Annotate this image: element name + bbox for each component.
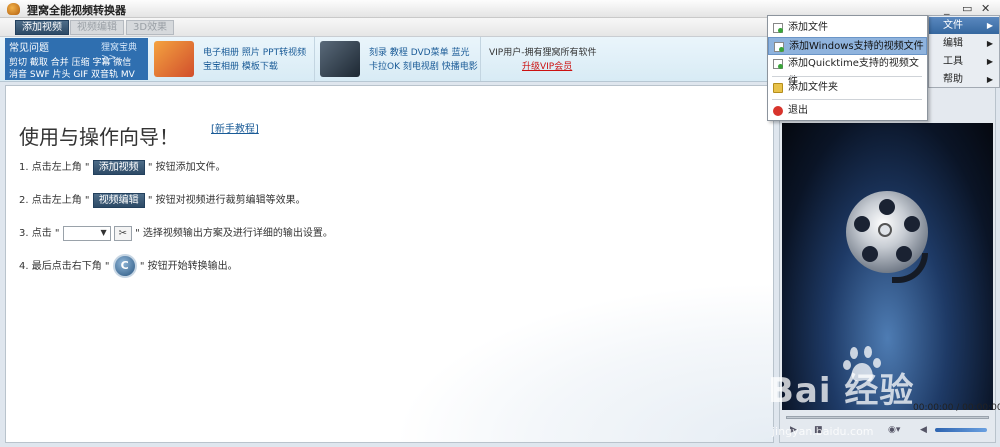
baidu-watermark: Bai 经验 jingyan.baidu.com [768, 345, 998, 445]
step-1-prefix: 1. 点击左上角 " [19, 162, 90, 173]
convert-start-icon[interactable]: C [112, 254, 137, 278]
menu-item-add-quicktime-video[interactable]: 添加Quicktime支持的视频文件 [768, 55, 927, 87]
menu-separator [772, 76, 922, 77]
reel-hole [862, 246, 878, 262]
guide-panel: 使用与操作向导！ [新手教程] 1. 点击左上角 " 添加视频 " 按钮添加文件… [5, 85, 774, 443]
faq-links-row-2[interactable]: 消音 SWF 片头 GIF 双音轨 MV [9, 67, 135, 80]
step-3-prefix: 3. 点击 " [19, 228, 60, 239]
menu-file-label: 文件 [943, 20, 963, 31]
add-file-icon [774, 42, 784, 52]
step-4-suffix: " 按钮开始转换输出。 [139, 261, 238, 272]
guide-step-4: 4. 最后点击右下角 " C " 按钮开始转换输出。 [19, 254, 238, 278]
exit-icon [773, 106, 783, 116]
reel-hole [854, 216, 870, 232]
ad-vip: VIP用户-拥有狸窝所有软件 升级VIP会员 [482, 37, 614, 81]
minimize-icon[interactable]: _ [944, 2, 950, 15]
watermark-url: jingyan.baidu.com [772, 425, 874, 438]
reel-hole [904, 216, 920, 232]
menu-edit[interactable]: 编辑 ▶ [929, 35, 999, 52]
menu-item-label: 添加文件 [788, 22, 828, 33]
step-1-suffix: " 按钮添加文件。 [147, 162, 226, 173]
edit-video-button[interactable]: 视频编辑 [70, 20, 124, 35]
menu-file[interactable]: 文件 ▶ [929, 17, 999, 34]
guide-step-2: 2. 点击左上角 " 视频编辑 " 按钮对视频进行裁剪编辑等效果。 [19, 191, 306, 208]
menu-item-label: 添加文件夹 [788, 82, 838, 93]
menu-separator [772, 99, 922, 100]
menu-item-add-file[interactable]: 添加文件 [768, 19, 927, 37]
chevron-right-icon: ▶ [986, 21, 993, 30]
output-profile-select[interactable]: ▼ [62, 225, 111, 241]
add-file-icon [773, 59, 783, 69]
ad-photo-line-1[interactable]: 电子相册 照片 PPT转视频 [203, 45, 306, 58]
menu-bar: 文件 ▶ 编辑 ▶ 工具 ▶ 帮助 ▶ [928, 15, 1000, 88]
menu-tools[interactable]: 工具 ▶ [929, 53, 999, 70]
add-video-button[interactable]: 添加视频 [15, 20, 69, 35]
reel-hole [879, 199, 895, 215]
chevron-right-icon: ▶ [986, 57, 993, 66]
ad-dvd-burn[interactable]: 刻录 教程 DVD菜单 蓝光 卡拉OK 刻电视剧 快播电影 [316, 37, 481, 81]
guide-title: 使用与操作向导！ [19, 125, 179, 149]
step-2-prefix: 2. 点击左上角 " [19, 195, 90, 206]
window-title: 狸窝全能视频转换器 [27, 4, 126, 17]
close-icon[interactable]: ✕ [981, 2, 990, 15]
effects-3d-button[interactable]: 3D效果 [126, 20, 175, 35]
menu-item-label: 添加Windows支持的视频文件 [789, 41, 924, 52]
folder-icon [773, 83, 783, 93]
step-1-add-video-button[interactable]: 添加视频 [92, 159, 145, 175]
step-2-edit-video-button[interactable]: 视频编辑 [92, 192, 145, 208]
file-menu-dropdown: 添加文件 添加Windows支持的视频文件 添加Quicktime支持的视频文件… [767, 15, 928, 121]
menu-edit-label: 编辑 [943, 38, 963, 49]
ad-photo-album[interactable]: 电子相册 照片 PPT转视频 宝宝相册 模板下载 [150, 37, 315, 81]
ad-photo-line-2[interactable]: 宝宝相册 模板下载 [203, 59, 278, 72]
menu-item-label: 退出 [788, 105, 808, 116]
menu-help-label: 帮助 [943, 74, 963, 85]
film-strip [892, 253, 928, 283]
step-2-suffix: " 按钮对视频进行裁剪编辑等效果。 [147, 195, 306, 206]
chevron-right-icon: ▶ [986, 75, 993, 84]
menu-item-add-windows-video[interactable]: 添加Windows支持的视频文件 [768, 37, 927, 55]
menu-help[interactable]: 帮助 ▶ [929, 71, 999, 88]
beginner-tutorial-link[interactable]: [新手教程] [211, 120, 259, 135]
restore-icon[interactable]: ▭ [962, 2, 972, 15]
guide-step-3: 3. 点击 " ▼ ✂ " 选择视频输出方案及进行详细的输出设置。 [19, 224, 333, 241]
photo-album-icon [154, 41, 194, 77]
guide-step-1: 1. 点击左上角 " 添加视频 " 按钮添加文件。 [19, 158, 226, 175]
vip-text: VIP用户-拥有狸窝所有软件 [489, 48, 597, 58]
ad-dvd-line-1[interactable]: 刻录 教程 DVD菜单 蓝光 [369, 45, 469, 58]
watermark-brand: Bai 经验 [768, 371, 915, 411]
ad-strip: 常见问题 狸窝宝典>> 剪切 截取 合并 压缩 字幕 微信 消音 SWF 片头 … [0, 37, 774, 82]
chevron-down-icon: ▼ [100, 227, 107, 237]
menu-item-exit[interactable]: 退出 [768, 102, 927, 120]
step-3-suffix: " 选择视频输出方案及进行详细的输出设置。 [135, 228, 333, 239]
step-4-prefix: 4. 最后点击右下角 " [19, 261, 110, 272]
settings-tool-icon[interactable]: ✂ [113, 225, 132, 241]
faq-title: 常见问题 [9, 43, 49, 54]
faq-panel: 常见问题 狸窝宝典>> 剪切 截取 合并 压缩 字幕 微信 消音 SWF 片头 … [5, 38, 148, 80]
reel-hub [878, 223, 892, 237]
menu-item-add-folder[interactable]: 添加文件夹 [768, 79, 927, 97]
chevron-right-icon: ▶ [986, 39, 993, 48]
dvd-burn-icon [320, 41, 360, 77]
ad-dvd-line-2[interactable]: 卡拉OK 刻电视剧 快播电影 [369, 59, 478, 72]
menu-tools-label: 工具 [943, 56, 963, 67]
upgrade-vip-link[interactable]: 升级VIP会员 [522, 59, 572, 72]
panel-background [393, 282, 773, 442]
add-file-icon [773, 23, 783, 33]
app-logo-icon [7, 3, 20, 15]
